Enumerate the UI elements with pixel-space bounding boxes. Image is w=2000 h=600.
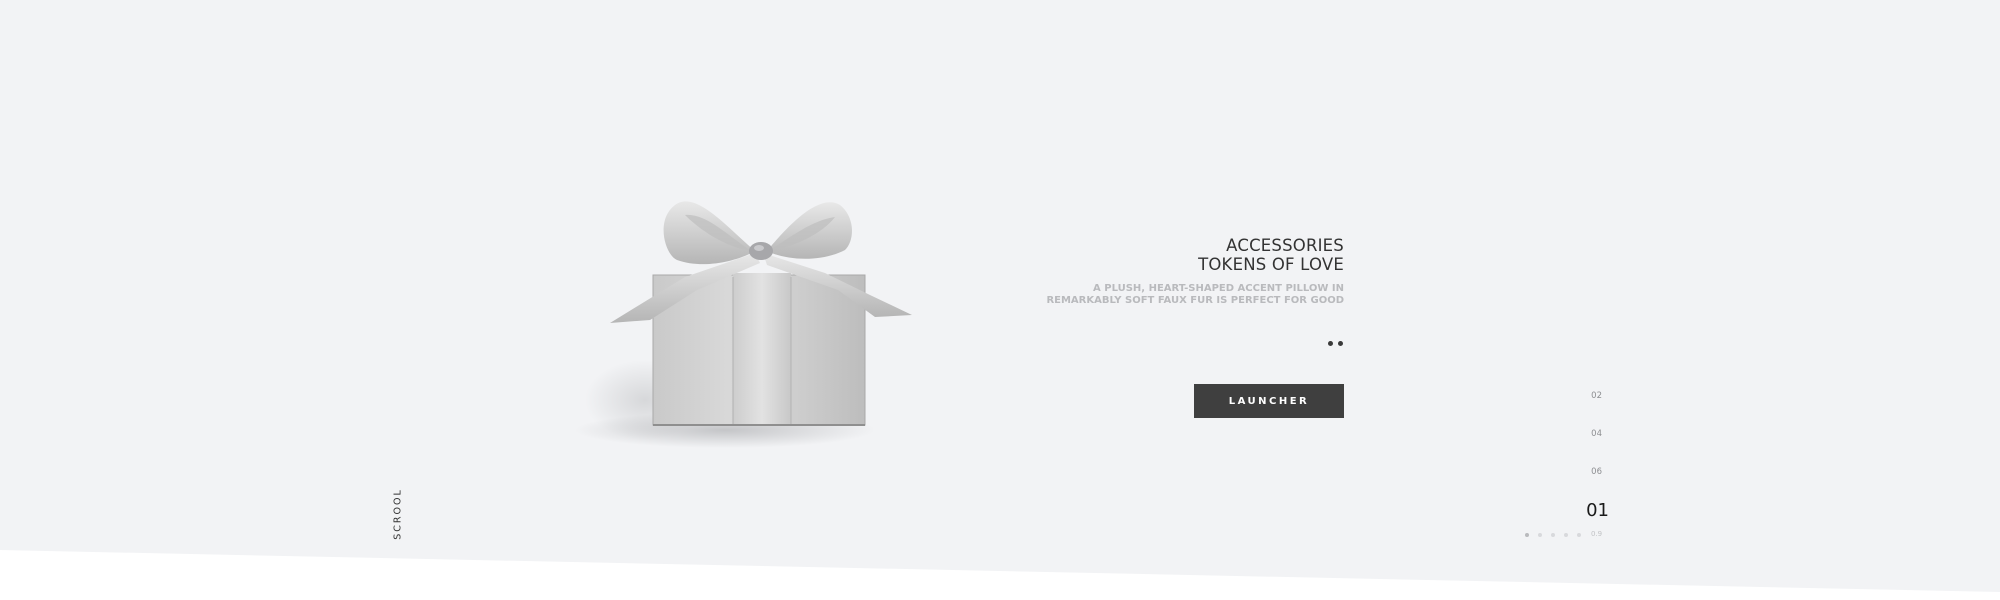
hero-text-block: ACCESSORIES TOKENS OF LOVE A PLUSH, HEAR… <box>1046 236 1344 306</box>
slide-number-04[interactable]: 04 <box>1562 429 1602 439</box>
pager-dot[interactable] <box>1538 533 1542 537</box>
pager-dot[interactable] <box>1525 533 1529 537</box>
slide-pager: 0.9 <box>1521 530 1603 540</box>
slide-number-06[interactable]: 06 <box>1562 467 1602 477</box>
hero-section <box>0 0 2000 592</box>
scroll-indicator[interactable]: SCROOL <box>390 488 406 540</box>
hero-description-line-2: REMARKABLY SOFT FAUX FUR IS PERFECT FOR … <box>1046 294 1344 306</box>
current-slide-number: 01 <box>1586 500 1609 521</box>
hero-description-line-1: A PLUSH, HEART-SHAPED ACCENT PILLOW IN <box>1093 283 1344 294</box>
slide-total: 0.9 <box>1591 530 1603 538</box>
hero-title-line-2: TOKENS OF LOVE <box>1198 255 1344 274</box>
more-dots-icon[interactable] <box>1328 341 1346 347</box>
pager-dot[interactable] <box>1577 533 1581 537</box>
launcher-button[interactable]: LAUNCHER <box>1194 384 1344 418</box>
pager-dot[interactable] <box>1551 533 1555 537</box>
hero-description: A PLUSH, HEART-SHAPED ACCENT PILLOW IN R… <box>1046 283 1344 306</box>
slide-number-02[interactable]: 02 <box>1562 391 1602 401</box>
pager-dot[interactable] <box>1564 533 1568 537</box>
hero-title-line-1: ACCESSORIES <box>1226 236 1344 255</box>
gift-box-image <box>555 185 945 455</box>
scroll-label: SCROOL <box>392 488 404 540</box>
